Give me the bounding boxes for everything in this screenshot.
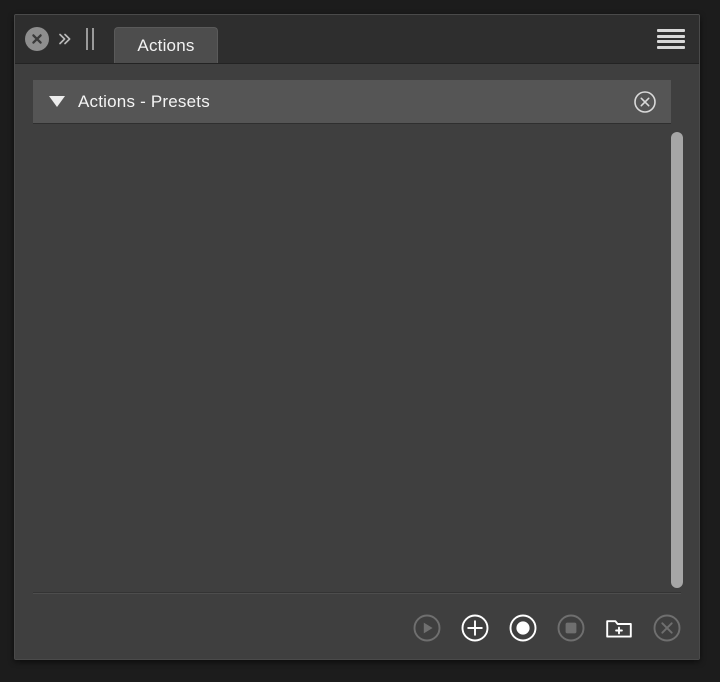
- hamburger-menu-icon[interactable]: [657, 27, 685, 51]
- double-chevron-right-icon[interactable]: [56, 27, 74, 51]
- record-button[interactable]: [508, 613, 538, 643]
- close-circle-outline-icon[interactable]: [633, 90, 657, 114]
- add-button[interactable]: [460, 613, 490, 643]
- new-group-button[interactable]: [604, 613, 634, 643]
- footer-divider: [33, 592, 681, 594]
- titlebar-left-controls: Actions: [15, 15, 218, 63]
- delete-button[interactable]: [652, 613, 682, 643]
- triangle-down-icon[interactable]: [49, 96, 65, 107]
- app-root: Actions Actions - Presets: [0, 0, 720, 682]
- panel-body: Actions - Presets: [15, 64, 699, 659]
- tab-actions[interactable]: Actions: [114, 27, 218, 63]
- action-group-row[interactable]: Actions - Presets: [33, 80, 671, 124]
- action-group-label: Actions - Presets: [78, 91, 210, 111]
- actions-panel: Actions Actions - Presets: [14, 14, 700, 660]
- panel-footer-toolbar: [15, 595, 699, 659]
- vertical-scrollbar-thumb[interactable]: [671, 132, 683, 588]
- stop-button[interactable]: [556, 613, 586, 643]
- close-circle-icon[interactable]: [25, 27, 49, 51]
- play-button[interactable]: [412, 613, 442, 643]
- tab-actions-label: Actions: [137, 35, 195, 55]
- panel-titlebar: Actions: [15, 15, 699, 64]
- actions-list: Actions - Presets: [15, 64, 699, 592]
- vertical-scrollbar[interactable]: [669, 80, 685, 588]
- drag-grip-icon[interactable]: [83, 26, 97, 52]
